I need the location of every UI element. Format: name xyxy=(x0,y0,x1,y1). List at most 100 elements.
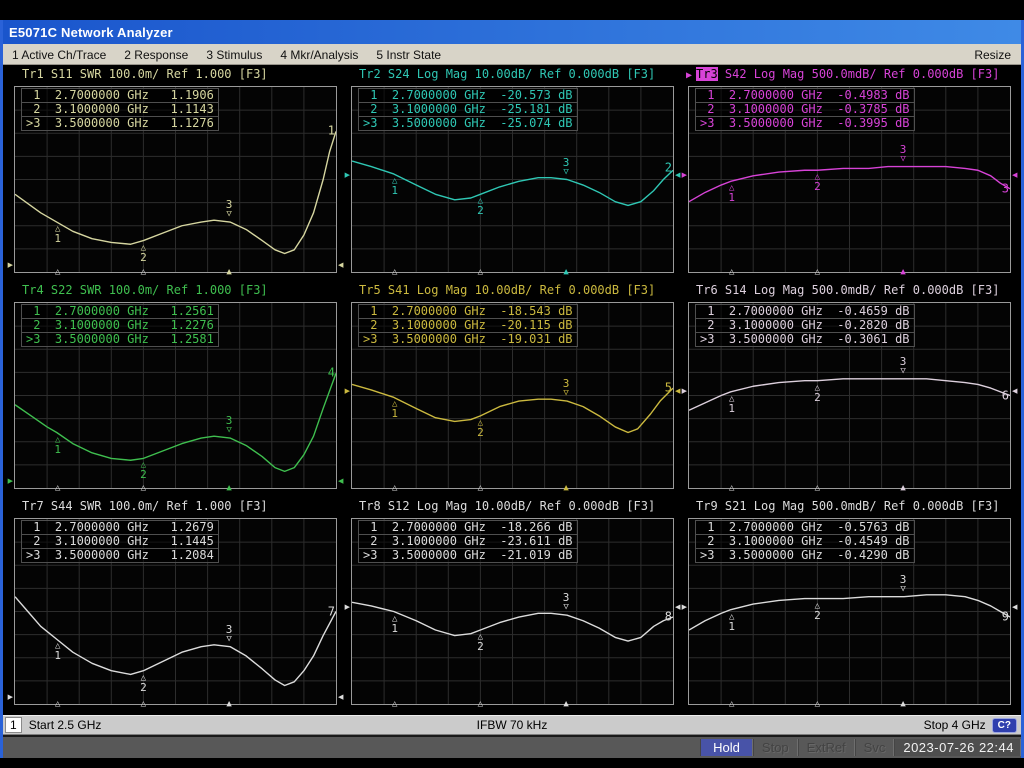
stimulus-marker-icon: △ xyxy=(729,700,734,709)
marker-number: 1 xyxy=(728,193,735,203)
marker-3-glyph: 3▽ xyxy=(900,145,907,164)
marker-readout-row: 1 2.7000000 GHz -0.5763 dB xyxy=(696,521,914,535)
marker-readout-row: 2 3.1000000 GHz 1.2276 xyxy=(22,319,218,333)
stimulus-marker-icon: ▲ xyxy=(226,484,231,493)
marker-readout-row: 1 2.7000000 GHz 1.2679 xyxy=(22,521,218,535)
trace-format-label: S22 SWR 100.0m/ Ref 1.000 [F3] xyxy=(44,283,268,297)
stimulus-marker-icon: ▲ xyxy=(563,268,568,277)
marker-readout-table: 1 2.7000000 GHz 1.2561 2 3.1000000 GHz 1… xyxy=(21,304,219,347)
trace-format-label: S42 Log Mag 500.0mdB/ Ref 0.000dB [F3] xyxy=(718,67,1000,81)
marker-1-glyph: △1 xyxy=(391,177,398,196)
marker-readout-table: 1 2.7000000 GHz -0.4983 dB 2 3.1000000 G… xyxy=(695,88,915,131)
panel-tr9: ▶Tr9 S21 Log Mag 500.0mdB/ Ref 0.000dB [… xyxy=(680,499,1017,715)
menu-item-3[interactable]: 3 Stimulus xyxy=(197,48,271,62)
marker-down-triangle-icon: ▽ xyxy=(563,168,568,177)
marker-2-glyph: △2 xyxy=(814,602,821,621)
stimulus-marker-icon: △ xyxy=(729,484,734,493)
marker-number: 2 xyxy=(477,428,484,438)
marker-down-triangle-icon: ▽ xyxy=(900,585,905,594)
marker-3-glyph: 3▽ xyxy=(226,625,233,644)
datetime-display: 2023-07-26 22:44 xyxy=(894,739,1021,756)
stop-frequency-label: Stop 4 GHz xyxy=(924,718,986,732)
marker-1-glyph: △1 xyxy=(728,613,735,632)
marker-number: 2 xyxy=(140,470,147,480)
marker-2-glyph: △2 xyxy=(477,419,484,438)
menu-item-2[interactable]: 2 Response xyxy=(115,48,197,62)
trace-format-label: S41 Log Mag 10.00dB/ Ref 0.000dB [F3] xyxy=(381,283,656,297)
stimulus-marker-icon: ▲ xyxy=(563,484,568,493)
trace-number-label: 4 xyxy=(328,366,335,380)
chart-area[interactable]: 1 2.7000000 GHz -0.4659 dB 2 3.1000000 G… xyxy=(688,302,1011,489)
stimulus-marker-icon: △ xyxy=(392,268,397,277)
marker-readout-row: >3 3.5000000 GHz 1.1276 xyxy=(22,117,218,130)
chart-area[interactable]: 1 2.7000000 GHz -0.5763 dB 2 3.1000000 G… xyxy=(688,518,1011,705)
trace-number-label: 5 xyxy=(665,380,672,394)
ref-level-left-arrow-icon: ▶ xyxy=(8,694,13,703)
marker-1-glyph: △1 xyxy=(54,642,61,661)
trace-number-label: 8 xyxy=(665,609,672,623)
marker-number: 1 xyxy=(391,624,398,634)
chart-area[interactable]: 1 2.7000000 GHz 1.2679 2 3.1000000 GHz 1… xyxy=(14,518,337,705)
menu-bar: 1 Active Ch/Trace2 Response3 Stimulus4 M… xyxy=(3,44,1021,65)
marker-readout-row: 1 2.7000000 GHz -0.4659 dB xyxy=(696,305,914,319)
panel-header: ▶Tr3 S42 Log Mag 500.0mdB/ Ref 0.000dB [… xyxy=(684,67,1013,84)
ref-level-right-arrow-icon: ◀ xyxy=(338,694,343,703)
ref-level-left-arrow-icon: ▶ xyxy=(682,387,687,396)
trace-id-label: Tr2 xyxy=(359,67,381,81)
stimulus-marker-icon: △ xyxy=(141,484,146,493)
chart-area[interactable]: 1 2.7000000 GHz -18.266 dB 2 3.1000000 G… xyxy=(351,518,674,705)
marker-readout-row: 1 2.7000000 GHz -20.573 dB xyxy=(359,89,577,103)
marker-3-glyph: 3▽ xyxy=(900,357,907,376)
marker-down-triangle-icon: ▽ xyxy=(226,635,231,644)
stimulus-marker-icon: △ xyxy=(815,484,820,493)
menu-item-5[interactable]: 5 Instr State xyxy=(367,48,450,62)
marker-1-glyph: △1 xyxy=(391,615,398,634)
marker-2-glyph: △2 xyxy=(140,461,147,480)
resize-button[interactable]: Resize xyxy=(964,48,1021,62)
stimulus-marker-icon: △ xyxy=(55,268,60,277)
marker-3-glyph: 3▽ xyxy=(226,416,233,435)
menu-item-4[interactable]: 4 Mkr/Analysis xyxy=(271,48,367,62)
stimulus-marker-icon: △ xyxy=(141,700,146,709)
panel-header: ▶Tr9 S21 Log Mag 500.0mdB/ Ref 0.000dB [… xyxy=(684,499,1013,516)
stimulus-marker-icon: ▲ xyxy=(900,700,905,709)
stimulus-marker-icon: △ xyxy=(815,268,820,277)
marker-readout-row: >3 3.5000000 GHz 1.2581 xyxy=(22,333,218,346)
chart-area[interactable]: 1 2.7000000 GHz 1.2561 2 3.1000000 GHz 1… xyxy=(14,302,337,489)
panel-header: ▶Tr4 S22 SWR 100.0m/ Ref 1.000 [F3] xyxy=(10,283,339,300)
trace-format-label: S11 SWR 100.0m/ Ref 1.000 [F3] xyxy=(44,67,268,81)
marker-down-triangle-icon: ▽ xyxy=(563,603,568,612)
trace-id-label: Tr8 xyxy=(359,499,381,513)
marker-readout-row: >3 3.5000000 GHz -0.3061 dB xyxy=(696,333,914,346)
marker-1-glyph: △1 xyxy=(728,184,735,203)
marker-readout-row: 2 3.1000000 GHz 1.1445 xyxy=(22,535,218,549)
marker-3-glyph: 3▽ xyxy=(563,379,570,398)
chart-area[interactable]: 1 2.7000000 GHz 1.1906 2 3.1000000 GHz 1… xyxy=(14,86,337,273)
marker-readout-table: 1 2.7000000 GHz -18.543 dB 2 3.1000000 G… xyxy=(358,304,578,347)
ref-level-right-arrow-icon: ◀ xyxy=(1012,387,1017,396)
ref-level-right-arrow-icon: ◀ xyxy=(338,262,343,271)
marker-readout-row: 1 2.7000000 GHz -18.266 dB xyxy=(359,521,577,535)
marker-readout-table: 1 2.7000000 GHz 1.2679 2 3.1000000 GHz 1… xyxy=(21,520,219,563)
hold-indicator[interactable]: Hold xyxy=(700,739,753,756)
marker-number: 2 xyxy=(477,206,484,216)
ref-level-left-arrow-icon: ▶ xyxy=(345,171,350,180)
panel-header: ▶Tr1 S11 SWR 100.0m/ Ref 1.000 [F3] xyxy=(10,67,339,84)
marker-number: 2 xyxy=(140,683,147,693)
menu-item-1[interactable]: 1 Active Ch/Trace xyxy=(3,48,115,62)
trace-id-label: Tr1 xyxy=(22,67,44,81)
chart-area[interactable]: 1 2.7000000 GHz -20.573 dB 2 3.1000000 G… xyxy=(351,86,674,273)
trace-number-label: 6 xyxy=(1002,388,1009,402)
chart-area[interactable]: 1 2.7000000 GHz -0.4983 dB 2 3.1000000 G… xyxy=(688,86,1011,273)
marker-3-glyph: 3▽ xyxy=(226,200,233,219)
marker-3-glyph: 3▽ xyxy=(563,158,570,177)
marker-number: 1 xyxy=(728,622,735,632)
chart-area[interactable]: 1 2.7000000 GHz -18.543 dB 2 3.1000000 G… xyxy=(351,302,674,489)
panel-tr8: ▶Tr8 S12 Log Mag 10.00dB/ Ref 0.000dB [F… xyxy=(343,499,680,715)
stimulus-marker-icon: △ xyxy=(55,484,60,493)
trace-format-label: S21 Log Mag 500.0mdB/ Ref 0.000dB [F3] xyxy=(718,499,1000,513)
ref-level-left-arrow-icon: ▶ xyxy=(8,478,13,487)
marker-readout-table: 1 2.7000000 GHz -18.266 dB 2 3.1000000 G… xyxy=(358,520,578,563)
trace-number-label: 9 xyxy=(1002,609,1009,623)
trace-format-label: S24 Log Mag 10.00dB/ Ref 0.000dB [F3] xyxy=(381,67,656,81)
